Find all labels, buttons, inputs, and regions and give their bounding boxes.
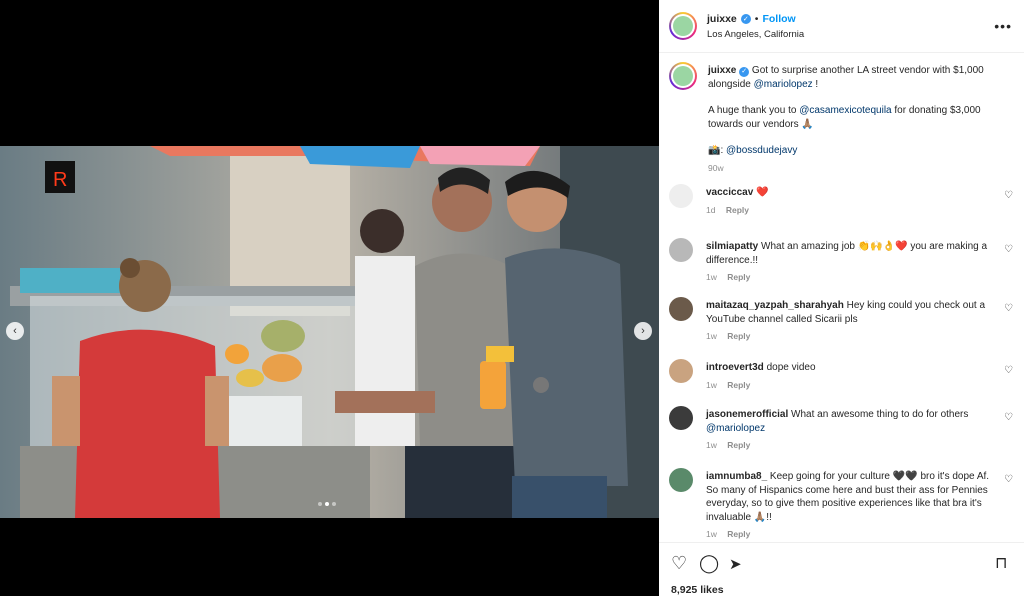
author-username[interactable]: juixxe <box>707 13 737 25</box>
verified-badge-icon: ✓ <box>740 14 751 24</box>
commenter-username[interactable]: iamnumba8_ <box>706 471 767 482</box>
commenter-avatar[interactable] <box>669 406 693 430</box>
like-comment-icon[interactable]: ♡ <box>1004 244 1013 255</box>
reply-button[interactable]: Reply <box>727 529 750 539</box>
post-sidebar: juixxe ✓ • Follow Los Angeles, Californi… <box>659 0 1024 596</box>
post-media-pane: R ‹ › <box>0 0 659 596</box>
caption-mention-mariolopez[interactable]: @mariolopez <box>754 79 813 90</box>
traffic-signal: R <box>53 169 67 191</box>
share-icon[interactable]: ➤ <box>729 555 742 573</box>
post-location[interactable]: Los Angeles, California <box>707 29 804 40</box>
carousel-indicator <box>318 502 336 506</box>
carousel-prev-button[interactable]: ‹ <box>6 322 24 340</box>
reply-button[interactable]: Reply <box>727 272 750 282</box>
bookmark-icon[interactable]: ⊓ <box>995 553 1007 573</box>
more-options-icon[interactable]: ••• <box>994 18 1012 34</box>
comment-text: dope video <box>766 362 816 373</box>
like-comment-icon[interactable]: ♡ <box>1004 365 1013 376</box>
commenter-username[interactable]: silmiapatty <box>706 241 758 252</box>
reply-button[interactable]: Reply <box>726 205 749 215</box>
reply-button[interactable]: Reply <box>727 380 750 390</box>
author-row: juixxe ✓ • Follow <box>707 13 796 25</box>
caption-avatar[interactable] <box>669 62 697 90</box>
commenter-username[interactable]: jasonemerofficial <box>706 409 788 420</box>
verified-badge-icon: ✓ <box>739 66 750 77</box>
caption-text-2-pre: A huge thank you to <box>708 105 800 116</box>
caption-text-1-end: ! <box>812 78 819 90</box>
like-comment-icon[interactable]: ♡ <box>1004 412 1013 423</box>
like-comment-icon[interactable]: ♡ <box>1004 190 1013 201</box>
comment-timestamp[interactable]: 1w <box>706 529 717 539</box>
commenter-avatar[interactable] <box>669 468 693 492</box>
like-count[interactable]: 8,925 likes <box>671 584 724 596</box>
carousel-next-button[interactable]: › <box>634 322 652 340</box>
post-actions: ♡ ◯ ➤ ⊓ 8,925 likes <box>659 542 1024 596</box>
caption-mention-bossdudejavy[interactable]: @bossdudejavy <box>726 145 797 156</box>
commenter-avatar[interactable] <box>669 238 693 262</box>
caption-text-1: Got to surprise another LA street vendor… <box>708 65 984 90</box>
comment-mention[interactable]: @mariolopez <box>706 423 765 434</box>
carousel-dot <box>318 502 322 506</box>
follow-button[interactable]: Follow <box>762 13 795 25</box>
caption-mention-casamexicotequila[interactable]: @casamexicotequila <box>799 105 891 116</box>
comment-icon[interactable]: ◯ <box>699 553 719 574</box>
comment-timestamp[interactable]: 1w <box>706 331 717 341</box>
comment-text: What an awesome thing to do for others <box>791 409 969 420</box>
commenter-username[interactable]: introevert3d <box>706 362 764 373</box>
reply-button[interactable]: Reply <box>727 440 750 450</box>
comment-timestamp[interactable]: 1w <box>706 440 717 450</box>
reply-button[interactable]: Reply <box>727 331 750 341</box>
comment-timestamp[interactable]: 1w <box>706 272 717 282</box>
caption-timestamp[interactable]: 90w <box>708 163 724 173</box>
commenter-avatar[interactable] <box>669 297 693 321</box>
carousel-dot <box>332 502 336 506</box>
like-icon[interactable]: ♡ <box>671 553 687 574</box>
comment-timestamp[interactable]: 1w <box>706 380 717 390</box>
carousel-dot <box>325 502 329 506</box>
caption-text-3-pre: 📸: <box>708 145 727 156</box>
commenter-username[interactable]: vacciccav <box>706 187 753 198</box>
comments-list[interactable]: juixxe ✓ Got to surprise another LA stre… <box>659 54 1024 542</box>
comment-text: ❤️ <box>756 187 769 198</box>
post-header: juixxe ✓ • Follow Los Angeles, Californi… <box>659 0 1024 53</box>
comment-timestamp[interactable]: 1d <box>706 205 715 215</box>
commenter-avatar[interactable] <box>669 184 693 208</box>
commenter-username[interactable]: maitazaq_yazpah_sharahyah <box>706 300 844 311</box>
caption-username[interactable]: juixxe <box>708 65 736 76</box>
commenter-avatar[interactable] <box>669 359 693 383</box>
author-avatar[interactable] <box>669 12 697 40</box>
like-comment-icon[interactable]: ♡ <box>1004 303 1013 314</box>
like-comment-icon[interactable]: ♡ <box>1004 474 1013 485</box>
street-vendor-photo: R <box>0 146 659 518</box>
post-photo[interactable]: R <box>0 146 659 518</box>
